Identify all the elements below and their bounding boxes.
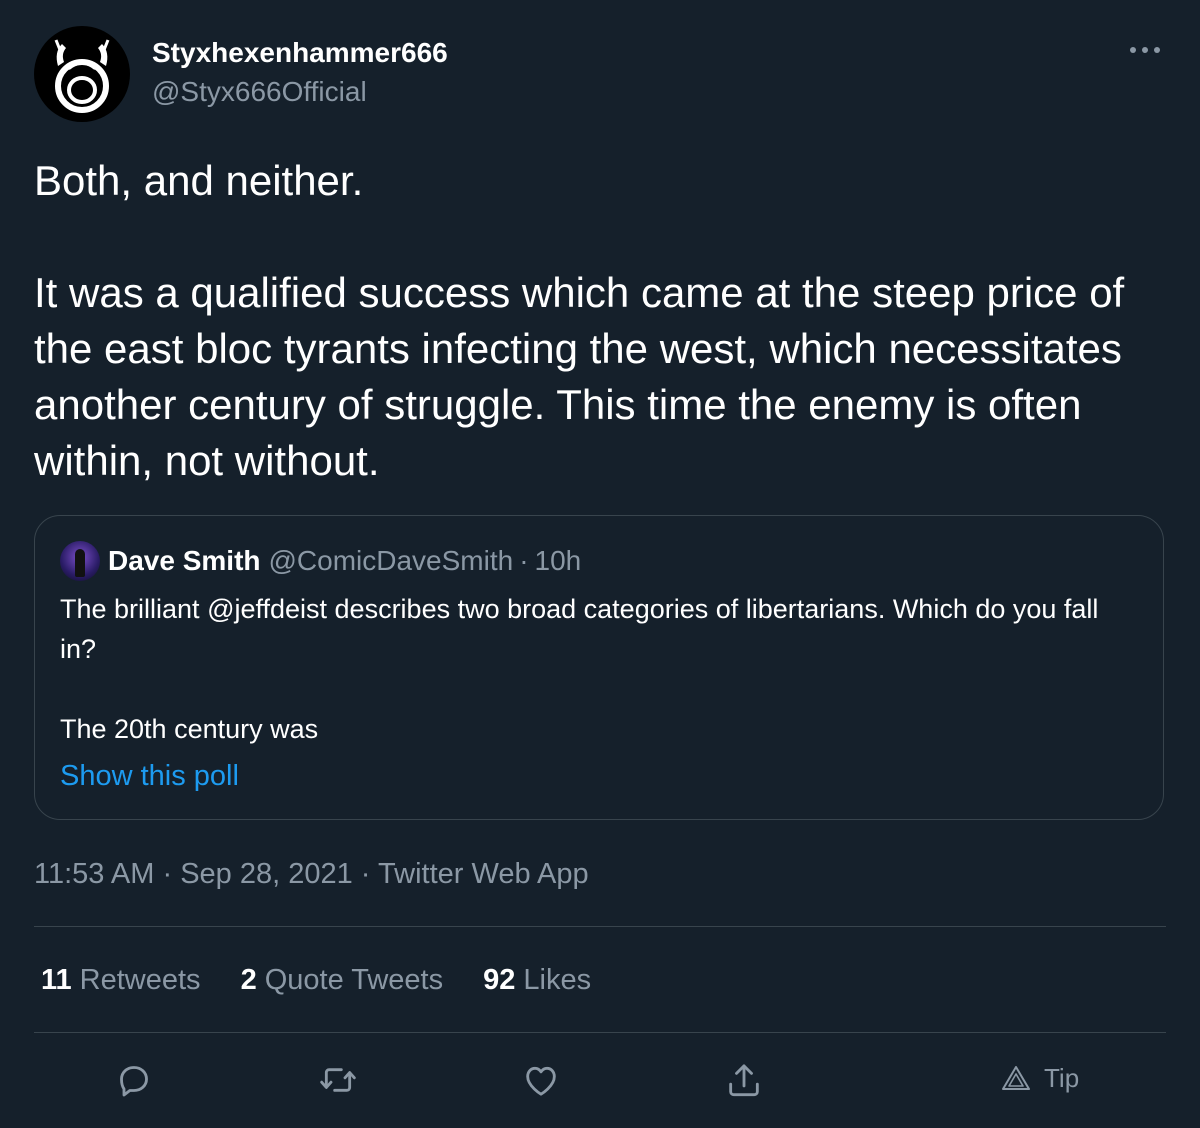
quoted-tweet-text: The brilliant @jeffdeist describes two b…: [60, 594, 1099, 744]
tweet-time[interactable]: 11:53 AM: [34, 858, 154, 890]
divider: [34, 926, 1166, 927]
quote-tweets-stat[interactable]: 2 Quote Tweets: [241, 962, 444, 998]
retweets-stat[interactable]: 11 Retweets: [41, 962, 201, 998]
likes-label: Likes: [523, 964, 592, 996]
author-handle[interactable]: @Styx666Official: [152, 74, 448, 110]
reply-icon[interactable]: [114, 1060, 154, 1100]
tip-icon: [1002, 1066, 1030, 1090]
tweet-date[interactable]: Sep 28, 2021: [180, 858, 353, 890]
horned-ouroboros-avatar-icon: [54, 39, 110, 113]
tweet-text: Both, and neither. It was a qualified su…: [34, 157, 1125, 484]
meta-separator: ·: [162, 858, 173, 890]
share-icon[interactable]: [724, 1060, 764, 1100]
quoted-timestamp: 10h: [534, 545, 582, 576]
retweets-label: Retweets: [79, 964, 201, 996]
tip-button[interactable]: Tip: [1000, 1062, 1079, 1094]
quoted-tweet[interactable]: Dave Smith @ComicDaveSmith · 10h The bri…: [34, 515, 1164, 820]
quoted-author-avatar: [60, 541, 100, 581]
likes-count: 92: [483, 964, 516, 996]
tweet-stats: 11 Retweets 2 Quote Tweets 92 Likes: [41, 962, 631, 998]
retweet-icon[interactable]: [318, 1060, 358, 1100]
tweet-source[interactable]: Twitter Web App: [378, 858, 589, 890]
quoted-tweet-header: Dave Smith @ComicDaveSmith · 10h: [60, 541, 581, 581]
tip-label: Tip: [1044, 1063, 1080, 1093]
divider: [34, 1032, 1166, 1033]
tweet-card: Styxhexenhammer666 @Styx666Official Both…: [0, 0, 1200, 1128]
author-avatar[interactable]: [34, 26, 130, 122]
retweets-count: 11: [41, 964, 72, 996]
like-icon[interactable]: [521, 1060, 561, 1100]
more-options-icon[interactable]: [1128, 38, 1162, 62]
meta-separator: ·: [360, 858, 371, 890]
author-info: Styxhexenhammer666 @Styx666Official: [152, 36, 448, 110]
author-display-name[interactable]: Styxhexenhammer666: [152, 36, 448, 70]
quoted-author-name: Dave Smith: [108, 545, 261, 576]
quote-tweets-label: Quote Tweets: [264, 964, 444, 996]
quote-tweets-count: 2: [240, 964, 257, 996]
show-poll-link[interactable]: Show this poll: [60, 758, 239, 794]
likes-stat[interactable]: 92 Likes: [483, 962, 591, 998]
quoted-separator: ·: [519, 545, 529, 576]
quoted-author-handle: @ComicDaveSmith: [268, 545, 514, 576]
tweet-header: Styxhexenhammer666 @Styx666Official: [34, 26, 448, 122]
tweet-meta: 11:53 AM · Sep 28, 2021 · Twitter Web Ap…: [34, 856, 589, 892]
